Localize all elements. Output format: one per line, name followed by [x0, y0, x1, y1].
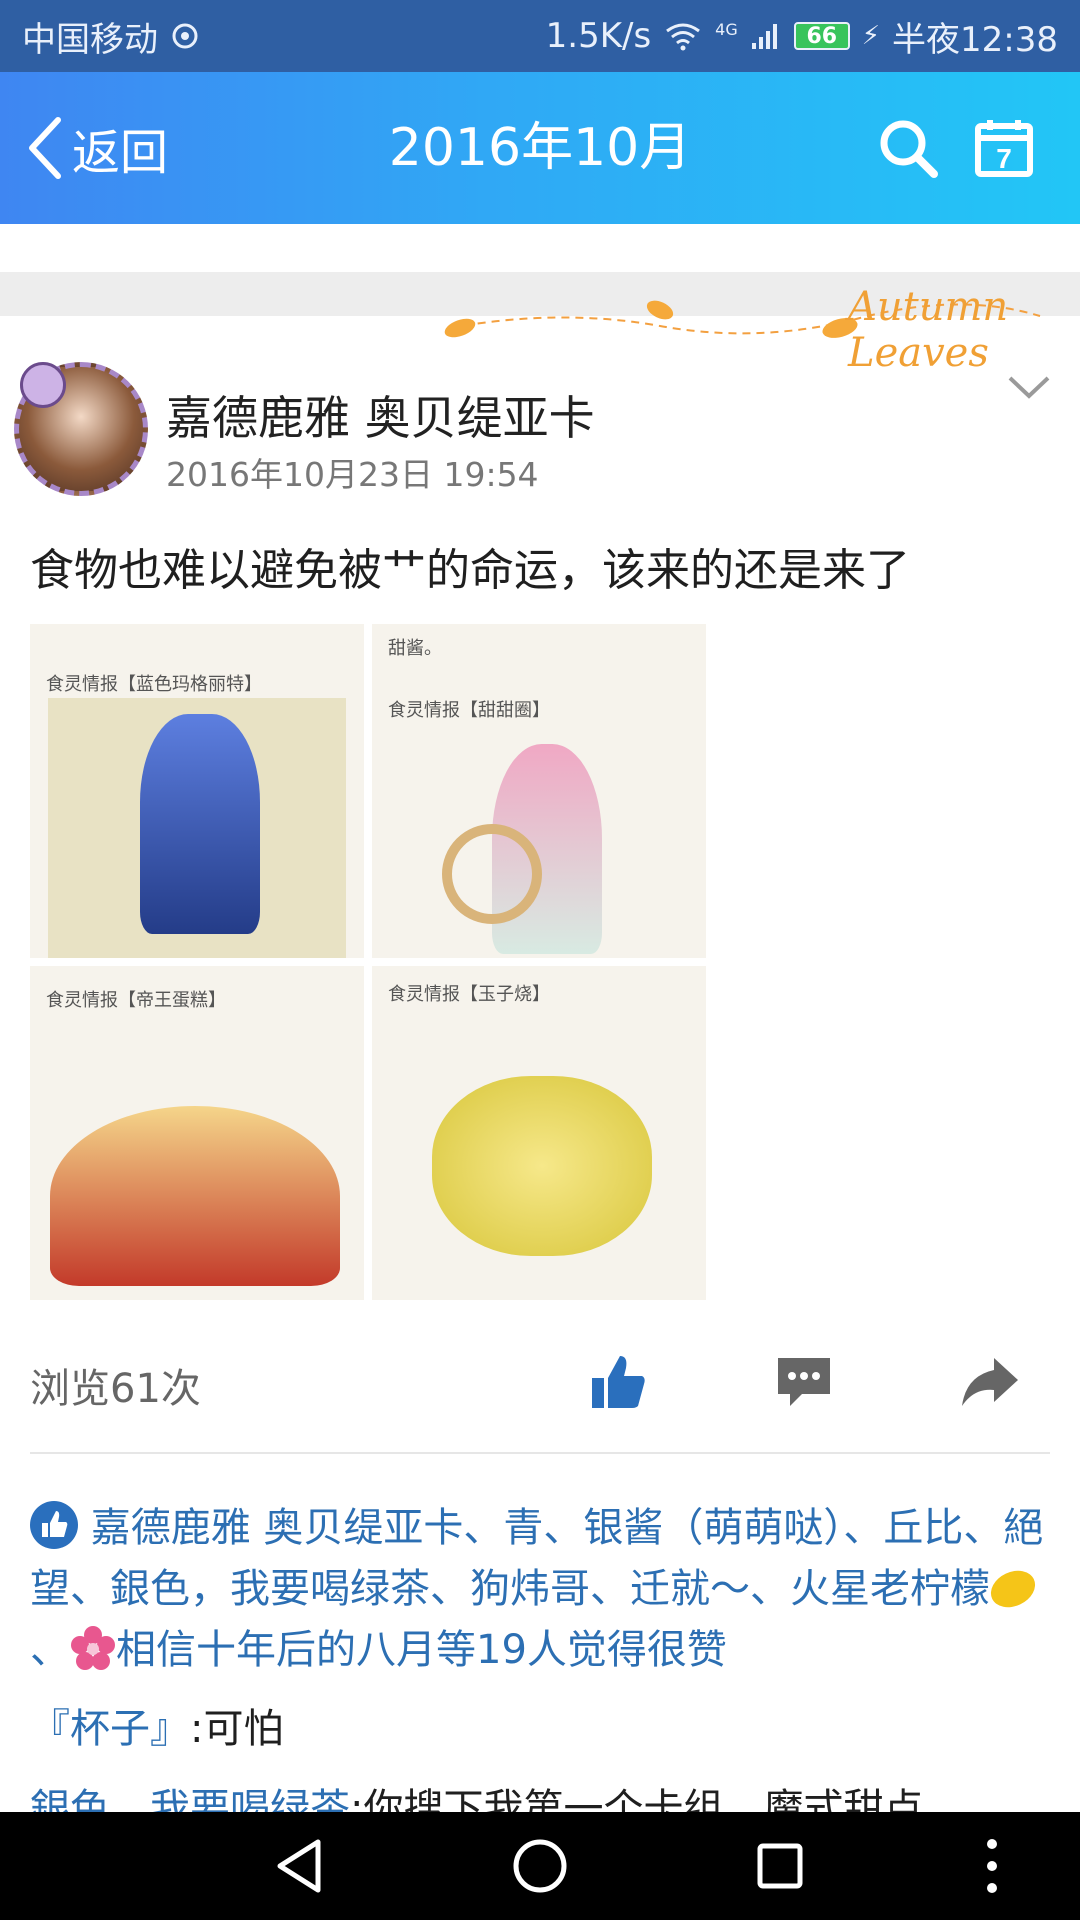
likes-list[interactable]: 嘉德鹿雅 奥贝缇亚卡、青、银酱（萌萌哒）、丘比、絕望、銀色，我要喝绿茶、狗炜哥、…	[30, 1498, 1050, 1681]
wifi-icon	[666, 23, 701, 51]
post-image[interactable]: 食灵情报【蓝色玛格丽特】	[30, 624, 364, 958]
svg-text:7: 7	[996, 143, 1012, 174]
comment-user[interactable]: 『杯子』	[30, 1706, 190, 1752]
image-caption: 食灵情报【玉子烧】	[388, 984, 550, 1005]
character-figure	[432, 1076, 652, 1256]
image-caption: 食灵情报【帝王蛋糕】	[46, 990, 226, 1011]
comment-item: 『杯子』:可怕	[30, 1696, 283, 1754]
post-author[interactable]: 嘉德鹿雅 奥贝缇亚卡	[166, 382, 595, 448]
comment-icon[interactable]	[774, 1352, 834, 1412]
likes-text-part3: 相信十年后的八月等19人觉得很赞	[116, 1627, 727, 1673]
image-caption: 食灵情报【蓝色玛格丽特】	[46, 674, 262, 695]
battery-indicator: 66	[793, 22, 850, 50]
view-count: 浏览61次	[30, 1366, 201, 1412]
image-grid: 食灵情报【蓝色玛格丽特】 甜酱。 食灵情报【甜甜圈】 食灵情报【帝王蛋糕】 食灵…	[30, 624, 710, 1302]
image-caption: 食灵情报【甜甜圈】	[388, 700, 550, 721]
system-nav-bar	[0, 1812, 1080, 1920]
character-figure	[50, 1106, 340, 1286]
search-icon[interactable]	[876, 116, 940, 180]
autumn-leaves-text: Autumn Leaves	[848, 284, 1009, 376]
image-note: 甜酱。	[388, 638, 442, 659]
more-dots-icon[interactable]	[960, 1834, 1024, 1898]
post-timestamp: 2016年10月23日 19:54	[166, 455, 539, 494]
charging-icon: ⚡	[861, 21, 881, 51]
back-triangle-icon[interactable]	[268, 1834, 332, 1898]
post-image[interactable]: 食灵情报【帝王蛋糕】	[30, 966, 364, 1300]
thumbs-up-circle-icon	[30, 1501, 78, 1549]
clock: 半夜12:38	[892, 19, 1058, 60]
recents-square-icon[interactable]	[748, 1834, 812, 1898]
post-image[interactable]: 甜酱。 食灵情报【甜甜圈】	[372, 624, 706, 958]
thumbs-up-icon[interactable]	[588, 1352, 648, 1412]
flower-emoji-icon	[71, 1626, 115, 1670]
likes-text-part2: 、	[30, 1627, 70, 1673]
home-circle-icon[interactable]	[508, 1834, 572, 1898]
lemon-emoji-icon	[984, 1563, 1042, 1615]
skull-badge-icon	[20, 362, 66, 408]
status-bar: 中国移动 1.5K/s 4G 66 ⚡ 半夜12:38	[0, 0, 1080, 72]
comment-text: 可怕	[203, 1706, 284, 1752]
post-text: 食物也难以避免被艹的命运，该来的还是来了	[30, 545, 910, 596]
comment-text: 你搜下我第一个卡组，魔式甜点。	[363, 1786, 964, 1812]
nav-bar: 返回 2016年10月 7	[0, 72, 1080, 224]
carrier-label: 中国移动	[22, 19, 158, 60]
share-icon[interactable]	[960, 1352, 1020, 1412]
calendar-icon[interactable]: 7	[972, 116, 1036, 180]
likes-text-part1: 嘉德鹿雅 奥贝缇亚卡、青、银酱（萌萌哒）、丘比、絕望、銀色，我要喝绿茶、狗炜哥、…	[30, 1505, 1044, 1612]
divider	[30, 1452, 1050, 1454]
donut-figure	[442, 824, 542, 924]
chevron-down-icon[interactable]	[1006, 372, 1052, 402]
comment-user[interactable]: 銀色，我要喝绿茶	[30, 1786, 350, 1812]
sync-icon	[172, 23, 198, 49]
network-type: 4G	[715, 19, 738, 39]
comment-separator: :	[190, 1706, 204, 1752]
comment-separator: :	[350, 1786, 364, 1812]
signal-icon	[751, 24, 777, 49]
comment-item: 銀色，我要喝绿茶:你搜下我第一个卡组，魔式甜点。	[30, 1776, 963, 1812]
post-image[interactable]: 食灵情报【玉子烧】	[372, 966, 706, 1300]
character-figure	[140, 714, 260, 934]
network-speed: 1.5K/s	[545, 16, 652, 56]
